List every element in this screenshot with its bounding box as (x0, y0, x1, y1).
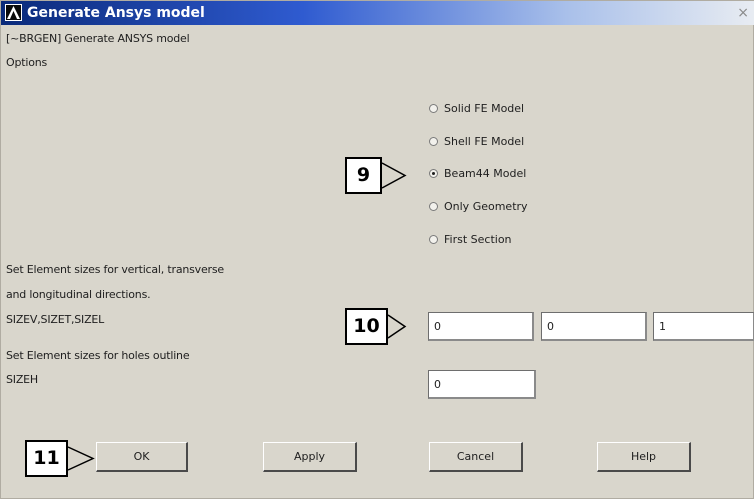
command-label: [~BRGEN] Generate ANSYS model (6, 32, 190, 45)
title-bar[interactable]: Generate Ansys model × (1, 1, 754, 25)
radio-first-section[interactable]: First Section (429, 230, 512, 248)
radio-label: Only Geometry (444, 199, 528, 213)
radio-solid-fe-model[interactable]: Solid FE Model (429, 99, 524, 117)
apply-button[interactable]: Apply (263, 442, 357, 472)
sizeh-input[interactable] (428, 370, 536, 399)
radio-only-geometry[interactable]: Only Geometry (429, 197, 528, 215)
radio-button-icon (429, 103, 438, 113)
element-sizes-description: Set Element sizes for vertical, transver… (6, 263, 224, 276)
callout-9: 9 (345, 157, 407, 194)
callout-11: 11 (25, 440, 95, 477)
callout-10-number: 10 (353, 315, 380, 337)
radio-shell-fe-model[interactable]: Shell FE Model (429, 132, 524, 150)
size-params-label: SIZEV,SIZET,SIZEL (6, 313, 105, 326)
callout-10: 10 (345, 308, 407, 345)
radio-beam44-model[interactable]: Beam44 Model (429, 164, 526, 182)
ok-button[interactable]: OK (96, 442, 188, 472)
callout-11-number: 11 (33, 447, 60, 469)
radio-label: Solid FE Model (444, 101, 525, 115)
sizel-input[interactable] (653, 312, 754, 341)
radio-button-selected-icon (429, 168, 438, 178)
holes-description: Set Element sizes for holes outline (6, 349, 190, 362)
ansys-logo-icon (5, 4, 22, 21)
radio-button-icon (429, 234, 438, 244)
sizeh-label: SIZEH (6, 373, 38, 386)
sizev-input[interactable] (428, 312, 534, 341)
dialog-window: Generate Ansys model × [~BRGEN] Generate… (0, 0, 754, 499)
radio-button-icon (429, 201, 438, 211)
close-icon[interactable]: × (737, 4, 749, 22)
help-button[interactable]: Help (597, 442, 691, 472)
radio-label: Shell FE Model (444, 134, 525, 148)
cancel-button[interactable]: Cancel (429, 442, 523, 472)
radio-label: First Section (444, 232, 512, 246)
window-title: Generate Ansys model (27, 5, 205, 21)
callout-9-number: 9 (356, 164, 371, 186)
radio-label: Beam44 Model (444, 166, 527, 180)
sizet-input[interactable] (541, 312, 647, 341)
options-label: Options (6, 56, 48, 69)
radio-button-icon (429, 136, 438, 146)
element-sizes-description-2: and longitudinal directions. (6, 288, 151, 301)
